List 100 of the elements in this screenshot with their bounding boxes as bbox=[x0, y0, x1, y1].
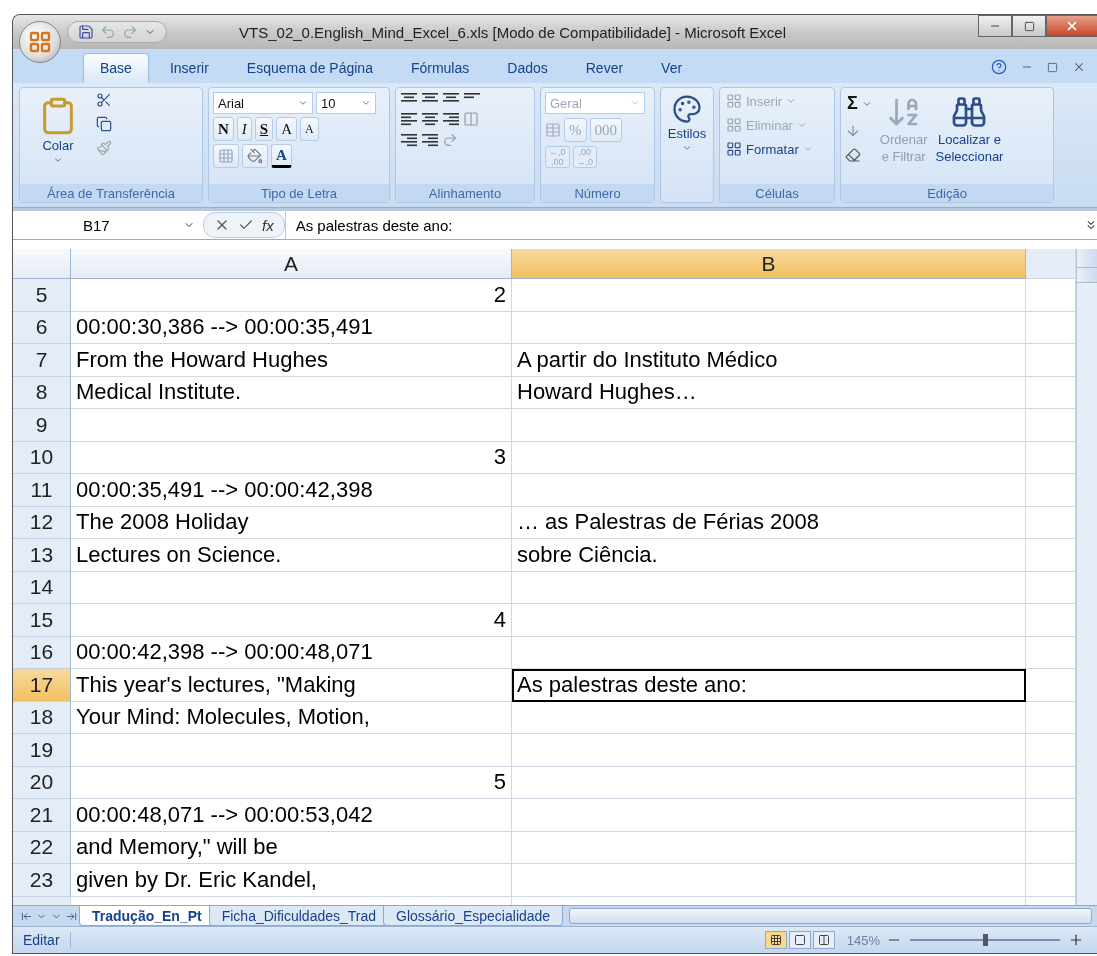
spreadsheet-cell[interactable]: A partir do Instituto Médico bbox=[512, 344, 1026, 377]
ribbon-tab[interactable]: Esquema de Página bbox=[229, 53, 390, 83]
redo-icon[interactable] bbox=[122, 24, 138, 40]
fill-color-button[interactable] bbox=[242, 144, 268, 168]
spreadsheet-cell[interactable]: 00:00:48,071 --> 00:00:53,042 bbox=[71, 799, 512, 832]
row-header[interactable]: 21 bbox=[13, 799, 71, 832]
close-button[interactable] bbox=[1046, 15, 1097, 37]
row-header[interactable]: 18 bbox=[13, 701, 71, 734]
align-center-icon[interactable] bbox=[421, 112, 439, 126]
spreadsheet-cell[interactable] bbox=[512, 571, 1026, 604]
spreadsheet-cell[interactable] bbox=[1026, 474, 1076, 507]
autosum-button[interactable]: Σ bbox=[845, 92, 874, 115]
spreadsheet-cell[interactable]: sobre Ciência. bbox=[512, 539, 1026, 572]
column-header[interactable]: B bbox=[512, 249, 1026, 279]
spreadsheet-cell[interactable] bbox=[1026, 604, 1076, 637]
page-layout-button[interactable] bbox=[788, 931, 811, 949]
bold-button[interactable]: N bbox=[213, 117, 234, 141]
spreadsheet-cell[interactable] bbox=[512, 409, 1026, 442]
row-header[interactable]: 15 bbox=[13, 604, 71, 637]
spreadsheet-cell[interactable]: 5 bbox=[71, 766, 512, 799]
zoom-slider-thumb[interactable] bbox=[983, 934, 988, 946]
spreadsheet-cell[interactable] bbox=[512, 279, 1026, 312]
spreadsheet-cell[interactable] bbox=[512, 604, 1026, 637]
spreadsheet-cell[interactable] bbox=[1026, 734, 1076, 767]
spreadsheet-cell[interactable] bbox=[1026, 571, 1076, 604]
select-all-button[interactable] bbox=[13, 249, 71, 279]
spreadsheet-cell[interactable] bbox=[512, 799, 1026, 832]
align-left-icon[interactable] bbox=[400, 112, 418, 126]
spreadsheet-cell[interactable] bbox=[71, 571, 512, 604]
column-header[interactable] bbox=[1026, 249, 1076, 279]
insert-function-button[interactable]: fx bbox=[262, 216, 274, 234]
row-header[interactable]: 8 bbox=[13, 376, 71, 409]
spreadsheet-cell[interactable] bbox=[1026, 409, 1076, 442]
underline-button[interactable]: S bbox=[254, 117, 274, 141]
spreadsheet-cell[interactable] bbox=[512, 701, 1026, 734]
spreadsheet-cell[interactable]: 00:00:35,491 --> 00:00:42,398 bbox=[71, 474, 512, 507]
spreadsheet-cell[interactable] bbox=[512, 474, 1026, 507]
spreadsheet-cell[interactable]: … as Palestras de Férias 2008 bbox=[512, 506, 1026, 539]
spreadsheet-cell[interactable]: given by Dr. Eric Kandel, bbox=[71, 864, 512, 897]
row-header[interactable]: 12 bbox=[13, 506, 71, 539]
first-sheet-icon[interactable] bbox=[21, 910, 32, 922]
ribbon-tab[interactable]: Ver bbox=[644, 53, 700, 83]
row-header[interactable]: 7 bbox=[13, 344, 71, 377]
cells-button[interactable]: Formatar bbox=[724, 140, 815, 158]
spreadsheet-cell[interactable] bbox=[512, 734, 1026, 767]
spreadsheet-cell[interactable] bbox=[1026, 311, 1076, 344]
spreadsheet-cell[interactable]: Medical Institute. bbox=[71, 376, 512, 409]
vertical-scrollbar[interactable] bbox=[1076, 249, 1097, 905]
expand-icon[interactable] bbox=[1084, 218, 1097, 232]
row-header[interactable]: 14 bbox=[13, 571, 71, 604]
spreadsheet-cell[interactable] bbox=[1026, 766, 1076, 799]
row-header[interactable]: 23 bbox=[13, 864, 71, 897]
row-header[interactable]: 6 bbox=[13, 311, 71, 344]
font-name-field[interactable]: Arial bbox=[213, 92, 313, 114]
spreadsheet-cell[interactable]: The 2008 Holiday bbox=[71, 506, 512, 539]
cut-icon[interactable] bbox=[96, 92, 112, 108]
horizontal-scrollbar[interactable] bbox=[569, 908, 1092, 924]
spreadsheet-cell[interactable] bbox=[512, 831, 1026, 864]
spreadsheet-cell[interactable]: 4 bbox=[71, 604, 512, 637]
align-right-icon[interactable] bbox=[442, 112, 460, 126]
spreadsheet-cell[interactable] bbox=[1026, 506, 1076, 539]
spreadsheet-cell[interactable]: This year's lectures, "Making bbox=[71, 669, 512, 702]
row-header[interactable]: 20 bbox=[13, 766, 71, 799]
spreadsheet-cell[interactable] bbox=[512, 441, 1026, 474]
maximize-button[interactable] bbox=[1012, 15, 1046, 37]
spreadsheet-cell[interactable] bbox=[1026, 344, 1076, 377]
spreadsheet-cell[interactable] bbox=[512, 766, 1026, 799]
spreadsheet-cell[interactable]: 2 bbox=[71, 279, 512, 312]
spreadsheet-cell[interactable] bbox=[1026, 636, 1076, 669]
row-header[interactable]: 13 bbox=[13, 539, 71, 572]
spreadsheet-cell[interactable]: and Memory," will be bbox=[71, 831, 512, 864]
increase-indent-icon[interactable] bbox=[421, 133, 439, 147]
spreadsheet-cell[interactable]: Lectures on Science. bbox=[71, 539, 512, 572]
borders-button[interactable] bbox=[213, 144, 239, 168]
row-header[interactable]: 11 bbox=[13, 474, 71, 507]
spreadsheet-cell[interactable] bbox=[1026, 831, 1076, 864]
save-icon[interactable] bbox=[78, 24, 94, 40]
restore-icon[interactable] bbox=[1047, 61, 1058, 73]
row-header[interactable]: 9 bbox=[13, 409, 71, 442]
shrink-font-button[interactable]: A bbox=[300, 117, 319, 141]
undo-icon[interactable] bbox=[100, 24, 116, 40]
row-header[interactable]: 22 bbox=[13, 831, 71, 864]
spreadsheet-cell[interactable]: As palestras deste ano: bbox=[512, 669, 1026, 702]
ribbon-tab[interactable]: Dados bbox=[490, 53, 565, 83]
normal-view-button[interactable] bbox=[764, 931, 787, 949]
office-button[interactable] bbox=[19, 21, 61, 63]
format-painter-icon[interactable] bbox=[96, 140, 112, 156]
decrease-indent-icon[interactable] bbox=[400, 133, 418, 147]
italic-button[interactable]: I bbox=[236, 117, 252, 141]
copy-icon[interactable] bbox=[96, 116, 112, 132]
spreadsheet-cell[interactable] bbox=[1026, 441, 1076, 474]
close-icon[interactable] bbox=[1072, 60, 1086, 74]
find-select-button[interactable]: Localizar e Seleccionar bbox=[933, 92, 1006, 180]
spreadsheet-cell[interactable] bbox=[1026, 539, 1076, 572]
spreadsheet-cell[interactable] bbox=[512, 864, 1026, 897]
ribbon-tab[interactable]: Fórmulas bbox=[393, 53, 487, 83]
spreadsheet-cell[interactable] bbox=[1026, 799, 1076, 832]
column-header[interactable]: A bbox=[71, 249, 512, 279]
spreadsheet-cell[interactable]: Howard Hughes… bbox=[512, 376, 1026, 409]
spreadsheet-cell[interactable]: Your Mind: Molecules, Motion, bbox=[71, 701, 512, 734]
